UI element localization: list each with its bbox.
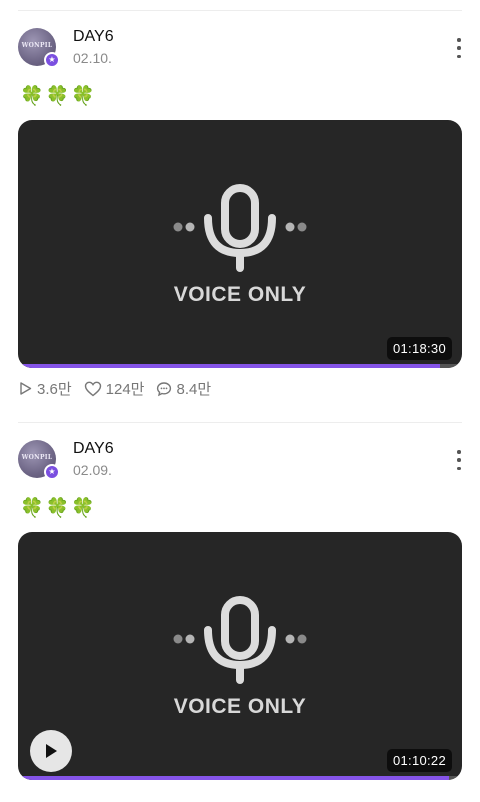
likes-stat[interactable]: 124만 [84,378,145,399]
post-divider [18,422,462,423]
video-thumbnail[interactable]: VOICE ONLY 01:18:30 [18,120,462,368]
play-button[interactable] [30,730,72,772]
post-stats: 3.6만 124만 8.4만 [18,378,223,399]
post: WONPIL ★ DAY6 02.09. 🍀🍀🍀 VOICE ONLY 01:1… [0,440,480,802]
progress-bar [18,364,462,368]
star-icon: ★ [44,464,60,480]
more-vertical-icon[interactable] [452,450,466,470]
post-text: 🍀🍀🍀 [20,85,97,107]
avatar-text: WONPIL [21,454,53,461]
comments-count: 8.4만 [176,381,212,398]
avatar[interactable]: WONPIL ★ [18,28,60,68]
progress-fill [18,776,449,780]
post-date: 02.10. [73,50,112,66]
top-divider [18,10,462,11]
video-thumbnail[interactable]: VOICE ONLY 01:10:22 [18,532,462,780]
voice-only-label: VOICE ONLY [173,283,307,306]
plays-stat: 3.6만 [18,378,72,399]
plays-count: 3.6만 [37,381,72,398]
play-icon[interactable] [43,742,59,760]
avatar-text: WONPIL [21,42,53,49]
duration-badge: 01:18:30 [386,337,452,360]
comments-stat[interactable]: 8.4만 [156,378,211,399]
play-outline-icon [20,382,32,395]
author-name[interactable]: DAY6 [73,28,114,46]
progress-fill [18,364,440,368]
star-icon: ★ [44,52,60,68]
more-vertical-icon[interactable] [452,38,466,58]
post: WONPIL ★ DAY6 02.10. 🍀🍀🍀 VOICE ONLY 01:1… [0,28,480,408]
avatar[interactable]: WONPIL ★ [18,440,60,480]
post-date: 02.09. [73,462,112,478]
feed: WONPIL ★ DAY6 02.10. 🍀🍀🍀 VOICE ONLY 01:1… [0,0,480,802]
duration-badge: 01:10:22 [386,749,452,772]
progress-bar [18,776,462,780]
heart-icon[interactable] [84,381,102,397]
likes-count: 124만 [105,381,145,398]
comment-icon[interactable] [156,381,172,397]
post-text: 🍀🍀🍀 [20,497,97,519]
author-name[interactable]: DAY6 [73,440,114,458]
voice-only-label: VOICE ONLY [173,695,307,718]
microphone-icon [173,596,307,684]
microphone-icon [173,184,307,272]
